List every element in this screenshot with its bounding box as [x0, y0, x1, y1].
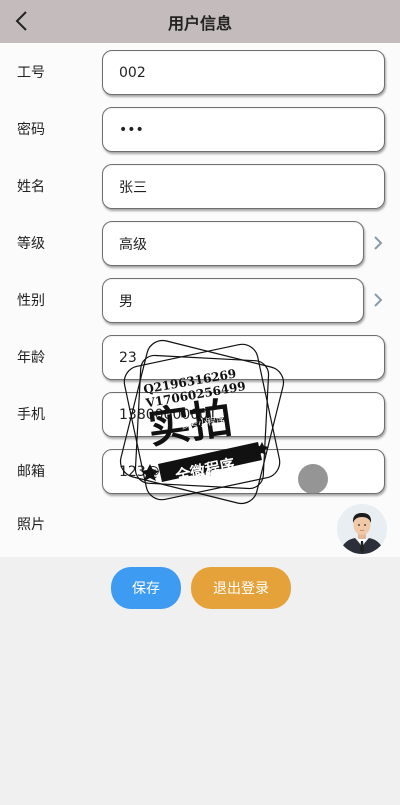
email-field[interactable] [102, 449, 385, 494]
phone-row: 手机 [0, 385, 400, 442]
password-label: 密码 [17, 121, 45, 138]
password-field[interactable] [102, 107, 385, 152]
level-select[interactable]: 高级 [102, 221, 364, 266]
email-row: 邮箱 [0, 442, 400, 499]
avatar-photo-icon [337, 504, 387, 554]
back-icon[interactable] [10, 8, 36, 34]
chevron-right-icon[interactable] [370, 232, 386, 254]
gender-value: 男 [119, 293, 133, 310]
chevron-right-icon[interactable] [370, 289, 386, 311]
employee-id-row: 工号 [0, 43, 400, 100]
level-row[interactable]: 等级 高级 [0, 214, 400, 271]
name-row: 姓名 [0, 157, 400, 214]
avatar[interactable] [337, 504, 387, 554]
name-field[interactable] [102, 164, 385, 209]
name-input[interactable] [119, 178, 368, 195]
age-input[interactable] [119, 349, 368, 366]
password-input[interactable] [119, 121, 368, 138]
phone-input[interactable] [119, 406, 368, 423]
save-button[interactable]: 保存 [111, 567, 181, 609]
gender-label: 性别 [17, 292, 45, 309]
age-field[interactable] [102, 335, 385, 380]
photo-label: 照片 [17, 517, 45, 533]
user-info-form: 工号 密码 姓名 等级 高级 性别 男 年龄 [0, 43, 400, 557]
email-label: 邮箱 [17, 463, 45, 480]
logout-button[interactable]: 退出登录 [191, 567, 291, 609]
page-title: 用户信息 [167, 13, 232, 33]
employee-id-input[interactable] [119, 64, 368, 81]
age-row: 年龄 [0, 328, 400, 385]
email-input[interactable] [119, 463, 368, 480]
password-row: 密码 [0, 100, 400, 157]
gender-select[interactable]: 男 [102, 278, 364, 323]
employee-id-field[interactable] [102, 50, 385, 95]
phone-field[interactable] [102, 392, 385, 437]
level-label: 等级 [17, 235, 45, 252]
level-value: 高级 [119, 236, 147, 253]
phone-label: 手机 [17, 406, 45, 423]
header-bar: 用户信息 [0, 0, 400, 43]
gender-row[interactable]: 性别 男 [0, 271, 400, 328]
name-label: 姓名 [17, 178, 45, 195]
floating-dot[interactable] [298, 464, 328, 494]
age-label: 年龄 [17, 349, 45, 366]
employee-id-label: 工号 [17, 64, 45, 81]
